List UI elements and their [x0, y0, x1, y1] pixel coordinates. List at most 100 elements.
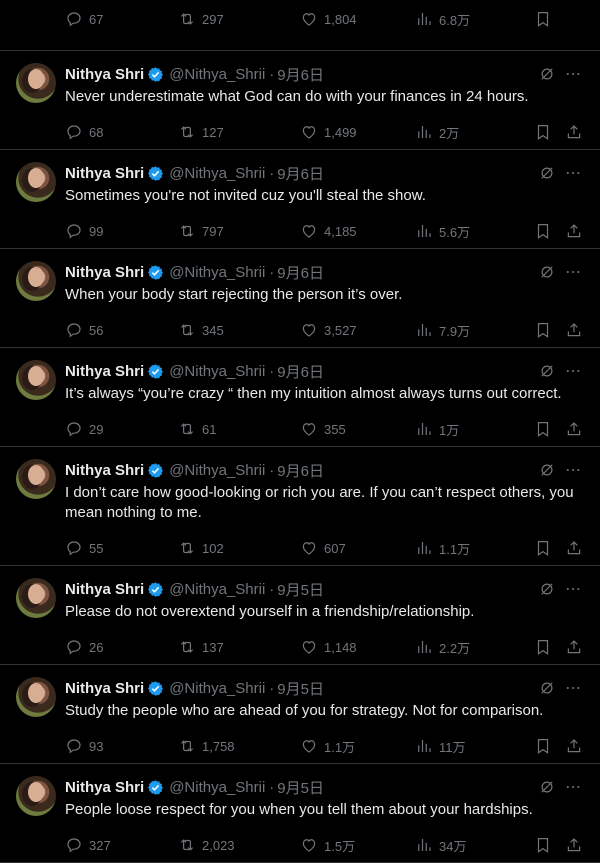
like-button[interactable]: 1.1万 — [300, 736, 355, 756]
bookmark-button[interactable] — [534, 736, 552, 756]
author-name[interactable]: Nithya Shri — [65, 462, 144, 479]
retweet-button[interactable]: 1,758 — [178, 736, 235, 756]
like-button[interactable]: 1.5万 — [300, 835, 355, 855]
author-handle[interactable]: @Nithya_Shrii — [169, 680, 265, 697]
bookmark-button[interactable] — [534, 9, 552, 29]
grok-icon[interactable] — [538, 65, 556, 83]
reply-button[interactable]: 327 — [65, 835, 111, 855]
author-handle[interactable]: @Nithya_Shrii — [169, 66, 265, 83]
avatar[interactable] — [16, 776, 56, 816]
tweet-partial[interactable]: 67 297 1,804 6.8万 — [0, 0, 600, 51]
author-handle[interactable]: @Nithya_Shrii — [169, 363, 265, 380]
more-dots-icon[interactable] — [564, 65, 582, 83]
grok-icon[interactable] — [538, 679, 556, 697]
share-button[interactable] — [565, 419, 583, 439]
tweet-date[interactable]: 9月6日 — [277, 460, 324, 481]
author-name[interactable]: Nithya Shri — [65, 363, 144, 380]
like-button[interactable]: 1,804 — [300, 9, 357, 29]
share-button[interactable] — [565, 122, 583, 142]
bookmark-button[interactable] — [534, 221, 552, 241]
reply-button[interactable]: 55 — [65, 538, 103, 558]
views-button[interactable]: 7.9万 — [415, 320, 470, 340]
author-name[interactable]: Nithya Shri — [65, 779, 144, 796]
views-button[interactable]: 1.1万 — [415, 538, 470, 558]
tweet-date[interactable]: 9月6日 — [277, 163, 324, 184]
author-name[interactable]: Nithya Shri — [65, 165, 144, 182]
avatar[interactable] — [16, 63, 56, 103]
more-dots-icon[interactable] — [564, 580, 582, 598]
more-dots-icon[interactable] — [564, 461, 582, 479]
grok-icon[interactable] — [538, 778, 556, 796]
tweet[interactable]: Nithya Shri @Nithya_Shrii · 9月5日 Please … — [0, 566, 600, 665]
retweet-button[interactable]: 297 — [178, 9, 224, 29]
author-handle[interactable]: @Nithya_Shrii — [169, 779, 265, 796]
tweet-date[interactable]: 9月6日 — [277, 262, 324, 283]
author-name[interactable]: Nithya Shri — [65, 66, 144, 83]
author-name[interactable]: Nithya Shri — [65, 264, 144, 281]
like-button[interactable]: 355 — [300, 419, 346, 439]
bookmark-button[interactable] — [534, 538, 552, 558]
reply-button[interactable]: 29 — [65, 419, 103, 439]
author-name[interactable]: Nithya Shri — [65, 581, 144, 598]
reply-button[interactable]: 67 — [65, 9, 103, 29]
retweet-button[interactable]: 797 — [178, 221, 224, 241]
views-button[interactable]: 34万 — [415, 835, 466, 855]
tweet[interactable]: Nithya Shri @Nithya_Shrii · 9月6日 When yo… — [0, 249, 600, 348]
more-dots-icon[interactable] — [564, 778, 582, 796]
author-handle[interactable]: @Nithya_Shrii — [169, 581, 265, 598]
retweet-button[interactable]: 61 — [178, 419, 216, 439]
author-name[interactable]: Nithya Shri — [65, 680, 144, 697]
views-button[interactable]: 11万 — [415, 736, 466, 756]
tweet[interactable]: Nithya Shri @Nithya_Shrii · 9月6日 Sometim… — [0, 150, 600, 249]
avatar[interactable] — [16, 677, 56, 717]
views-button[interactable]: 5.6万 — [415, 221, 470, 241]
more-dots-icon[interactable] — [564, 679, 582, 697]
avatar[interactable] — [16, 459, 56, 499]
grok-icon[interactable] — [538, 164, 556, 182]
like-button[interactable]: 1,148 — [300, 637, 357, 657]
tweet-date[interactable]: 9月6日 — [277, 64, 324, 85]
tweet-date[interactable]: 9月6日 — [277, 361, 324, 382]
tweet-date[interactable]: 9月5日 — [277, 579, 324, 600]
like-button[interactable]: 607 — [300, 538, 346, 558]
author-handle[interactable]: @Nithya_Shrii — [169, 165, 265, 182]
views-button[interactable]: 2万 — [415, 122, 459, 142]
avatar[interactable] — [16, 578, 56, 618]
bookmark-button[interactable] — [534, 835, 552, 855]
bookmark-button[interactable] — [534, 122, 552, 142]
tweet[interactable]: Nithya Shri @Nithya_Shrii · 9月5日 Study t… — [0, 665, 600, 764]
avatar[interactable] — [16, 360, 56, 400]
avatar[interactable] — [16, 162, 56, 202]
author-handle[interactable]: @Nithya_Shrii — [169, 462, 265, 479]
reply-button[interactable]: 93 — [65, 736, 103, 756]
share-button[interactable] — [565, 538, 583, 558]
grok-icon[interactable] — [538, 580, 556, 598]
tweet[interactable]: Nithya Shri @Nithya_Shrii · 9月6日 It’s al… — [0, 348, 600, 447]
like-button[interactable]: 4,185 — [300, 221, 357, 241]
share-button[interactable] — [565, 637, 583, 657]
grok-icon[interactable] — [538, 263, 556, 281]
bookmark-button[interactable] — [534, 637, 552, 657]
views-button[interactable]: 1万 — [415, 419, 459, 439]
bookmark-button[interactable] — [534, 320, 552, 340]
avatar[interactable] — [16, 261, 56, 301]
reply-button[interactable]: 99 — [65, 221, 103, 241]
share-button[interactable] — [565, 221, 583, 241]
views-button[interactable]: 6.8万 — [415, 9, 470, 29]
like-button[interactable]: 3,527 — [300, 320, 357, 340]
bookmark-button[interactable] — [534, 419, 552, 439]
retweet-button[interactable]: 137 — [178, 637, 224, 657]
retweet-button[interactable]: 2,023 — [178, 835, 235, 855]
tweet-date[interactable]: 9月5日 — [277, 678, 324, 699]
author-handle[interactable]: @Nithya_Shrii — [169, 264, 265, 281]
reply-button[interactable]: 68 — [65, 122, 103, 142]
share-button[interactable] — [565, 736, 583, 756]
like-button[interactable]: 1,499 — [300, 122, 357, 142]
tweet[interactable]: Nithya Shri @Nithya_Shrii · 9月5日 People … — [0, 764, 600, 863]
reply-button[interactable]: 26 — [65, 637, 103, 657]
share-button[interactable] — [565, 835, 583, 855]
grok-icon[interactable] — [538, 461, 556, 479]
tweet-date[interactable]: 9月5日 — [277, 777, 324, 798]
retweet-button[interactable]: 345 — [178, 320, 224, 340]
more-dots-icon[interactable] — [564, 263, 582, 281]
